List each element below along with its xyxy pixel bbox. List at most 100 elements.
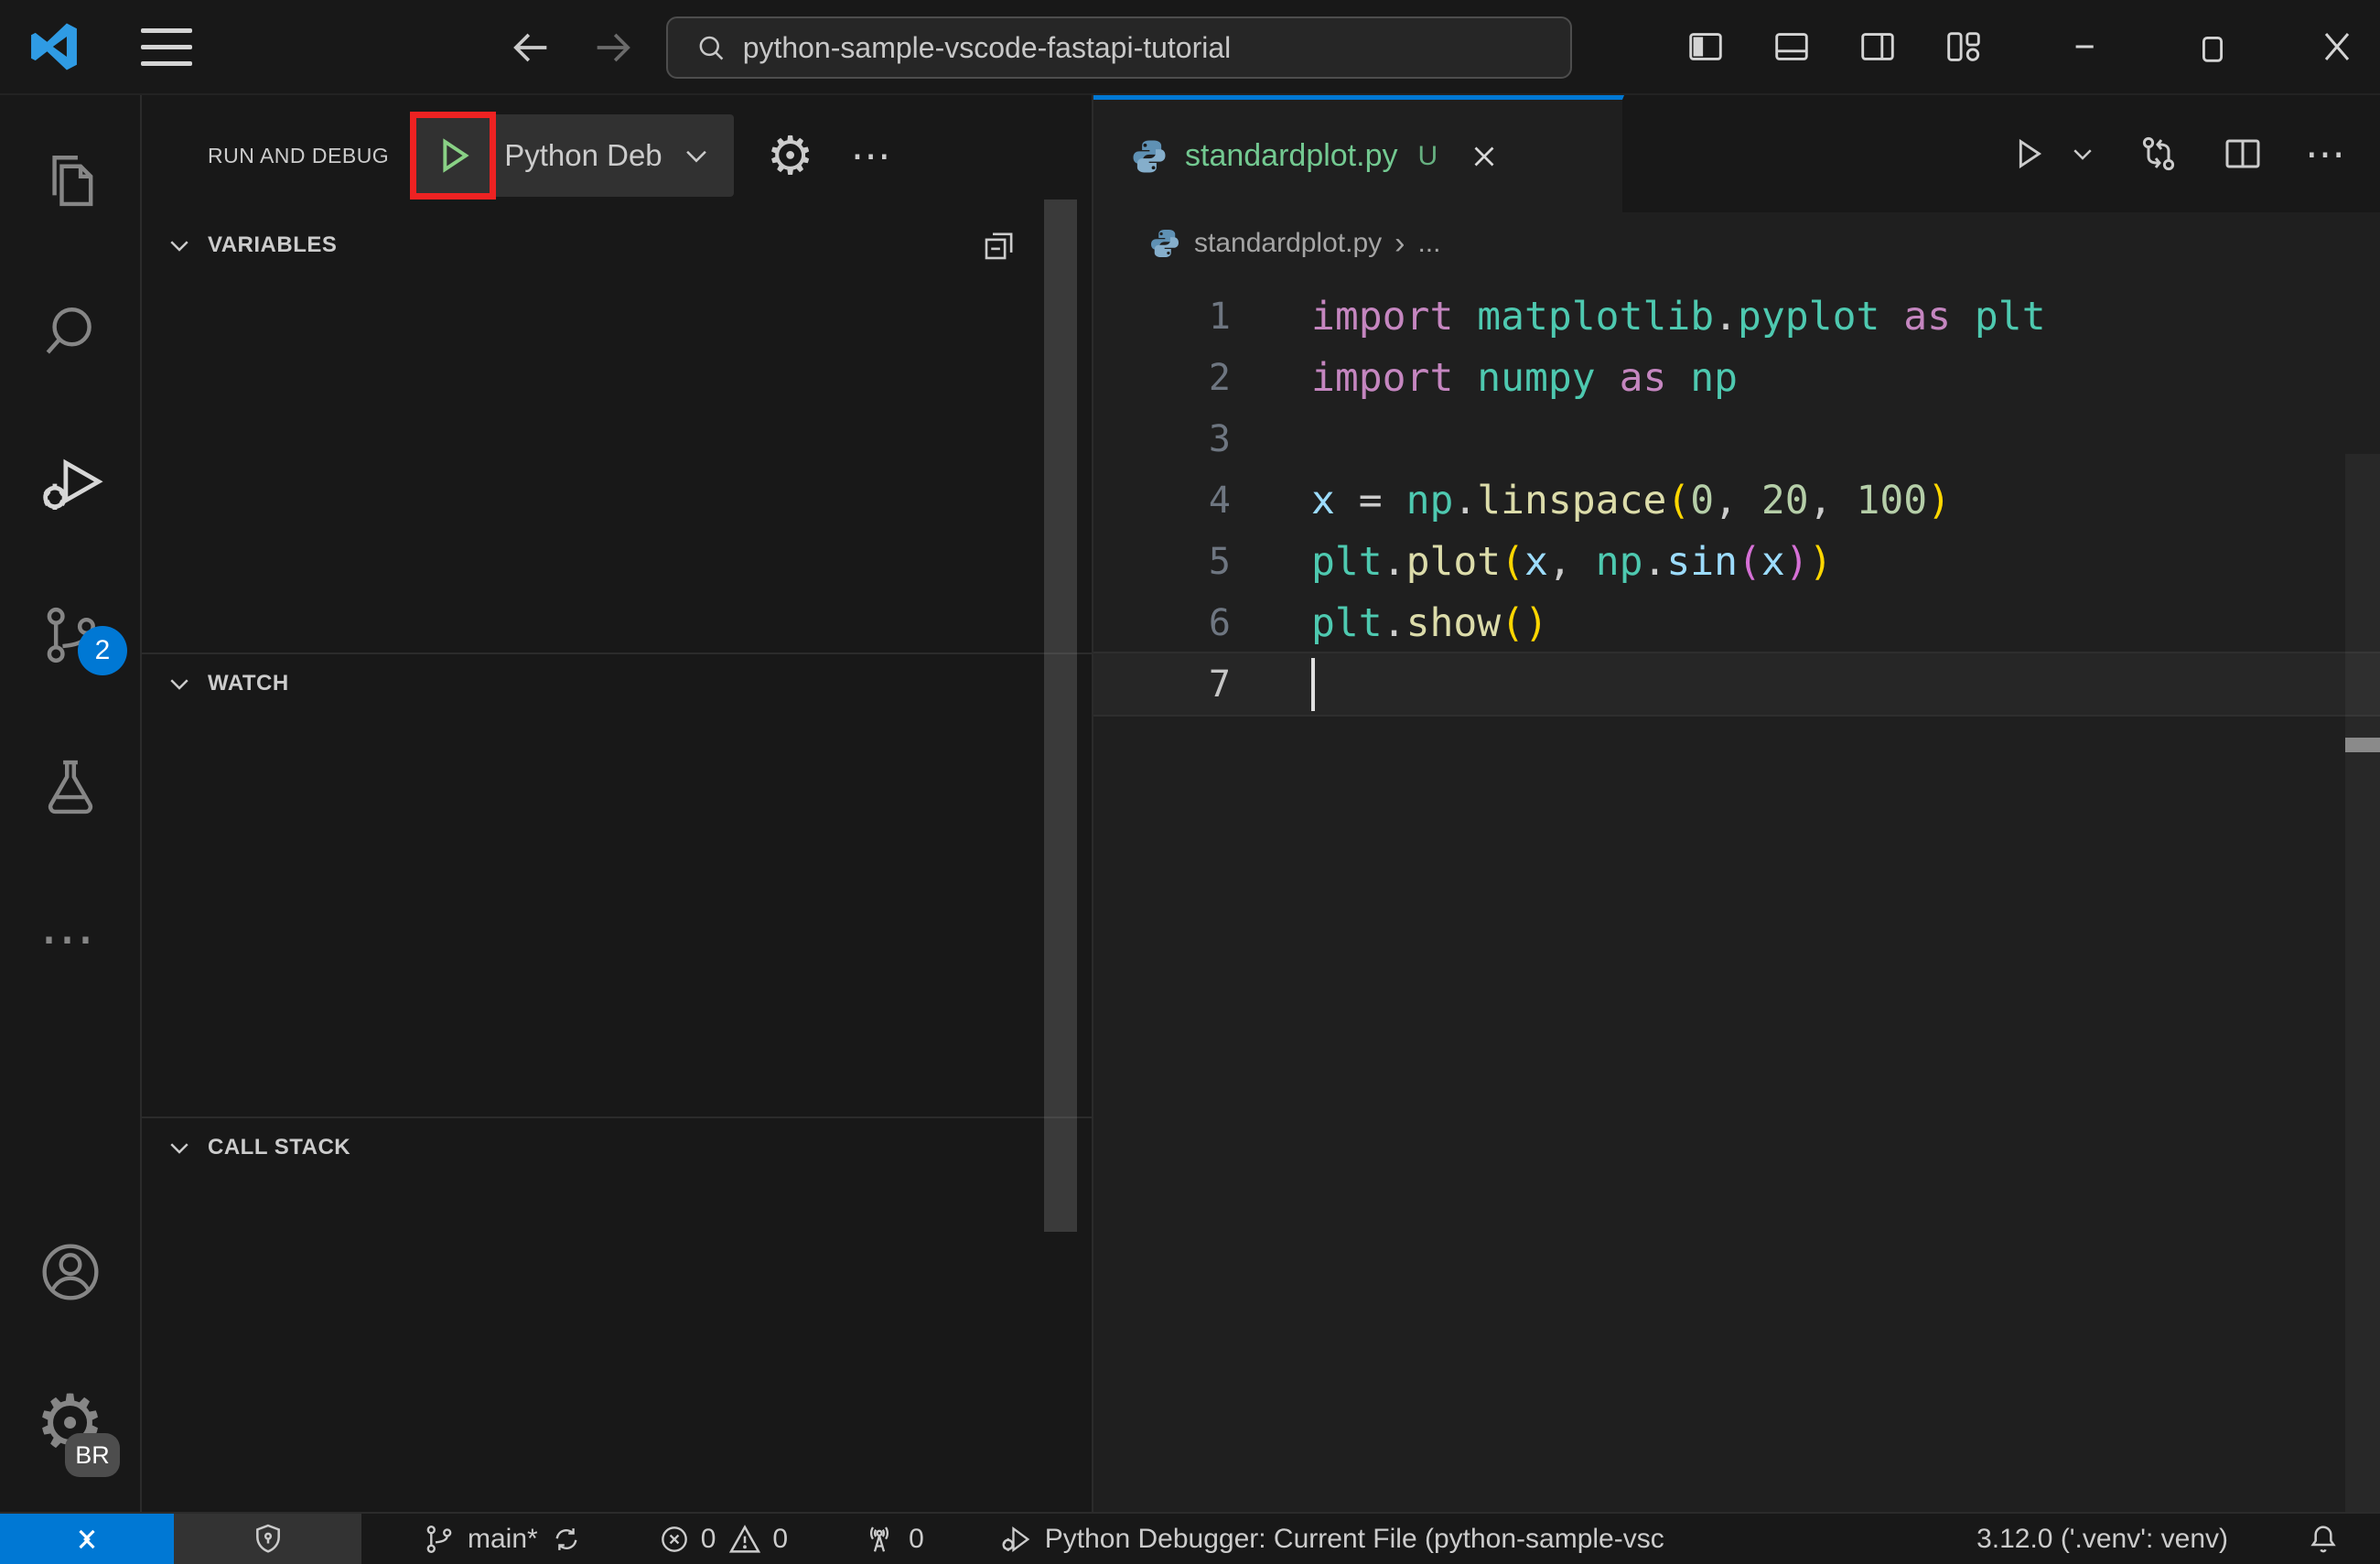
close-icon[interactable] [2294, 0, 2380, 94]
git-branch-item[interactable]: main* [409, 1514, 597, 1564]
code-lines: 1 import matplotlib. pyplot as plt 2 import … [1093, 286, 2380, 715]
line-number: 5 [1208, 540, 1231, 583]
start-debugging-button[interactable] [410, 112, 497, 200]
debug-status-icon [1002, 1526, 1030, 1552]
problems-item[interactable]: 0 0 [644, 1514, 801, 1564]
warning-count: 0 [772, 1523, 789, 1554]
testing-icon[interactable] [0, 741, 140, 833]
vscode-window: 2 ⋯ ⚙ BR [0, 0, 2380, 1564]
tab-bar: standardplot.py U ⋯ [1093, 95, 2380, 212]
vscode-logo-icon [31, 23, 77, 70]
line-number: 6 [1208, 601, 1231, 644]
toggle-primary-sidebar-icon[interactable] [1663, 0, 1749, 94]
sidebar-scrollbar[interactable] [1044, 200, 1077, 1232]
radio-tower-icon [870, 1526, 889, 1552]
code-text: x = np. linspace(0, 20, 100) [1311, 477, 1952, 523]
python-interpreter-item[interactable]: 3.12.0 ('.venv': venv) [1964, 1524, 2241, 1555]
ports-count: 0 [909, 1523, 924, 1554]
line-number: 7 [1208, 663, 1231, 706]
run-debug-icon[interactable] [0, 437, 140, 529]
code-line[interactable]: 6 plt. show() [1093, 592, 2380, 653]
open-changes-icon[interactable] [2137, 132, 2181, 176]
code-line[interactable]: 2 import numpy as np [1093, 347, 2380, 408]
breadcrumb: standardplot.py › ... [1093, 212, 2380, 275]
search-icon [699, 36, 724, 60]
more-views-icon[interactable]: ⋯ [0, 893, 140, 985]
menu-icon[interactable] [141, 27, 192, 66]
line-number: 1 [1208, 295, 1231, 338]
remote-indicator[interactable] [0, 1514, 174, 1564]
code-line[interactable]: 3 [1093, 408, 2380, 469]
line-number: 3 [1208, 417, 1231, 460]
split-editor-icon[interactable] [2221, 132, 2265, 176]
activity-bar: 2 ⋯ ⚙ BR [0, 95, 142, 1512]
profile-badge: BR [65, 1433, 120, 1477]
code-line[interactable]: 1 import matplotlib. pyplot as plt [1093, 286, 2380, 347]
code-text: plt. show() [1311, 599, 1548, 646]
close-tab-icon[interactable] [1467, 139, 1502, 174]
error-count: 0 [700, 1523, 716, 1554]
line-number: 4 [1208, 479, 1231, 522]
remote-icon [79, 1529, 95, 1548]
debug-status-item[interactable]: Python Debugger: Current File (python-sa… [985, 1514, 1677, 1564]
error-icon [661, 1526, 687, 1552]
breadcrumb-file[interactable]: standardplot.py [1194, 228, 1382, 259]
editor-scrollbar[interactable] [2345, 454, 2380, 1512]
collapse-all-icon[interactable] [980, 226, 1018, 264]
workspace-trust-button[interactable] [174, 1514, 361, 1564]
editor-more-actions-icon[interactable]: ⋯ [2305, 131, 2349, 178]
search-activity-icon[interactable] [0, 286, 140, 377]
forward-arrow-icon[interactable] [584, 18, 642, 77]
source-control-badge: 2 [78, 626, 127, 675]
source-control-icon[interactable]: 2 [0, 589, 140, 681]
variables-section-header[interactable]: VARIABLES [142, 216, 1092, 275]
python-icon [1133, 140, 1166, 172]
debug-config-label: Python Deb [504, 138, 662, 172]
tab-standardplot[interactable]: standardplot.py U [1093, 95, 1624, 212]
run-dropdown-chevron-icon[interactable] [2069, 140, 2096, 167]
account-icon[interactable] [0, 1226, 140, 1318]
toggle-secondary-sidebar-icon[interactable] [1835, 0, 1921, 94]
code-line[interactable]: 4 x = np. linspace(0, 20, 100) [1093, 469, 2380, 531]
status-bar: main* 0 0 0 Python Debugger: Current Fil… [0, 1512, 2380, 1564]
code-line[interactable]: 5 plt. plot(x, np. sin(x)) [1093, 531, 2380, 592]
tab-file-name: standardplot.py [1185, 138, 1398, 173]
code-text: plt. plot(x, np. sin(x)) [1311, 538, 1833, 585]
maximize-icon[interactable] [2170, 0, 2256, 94]
chevron-down-icon [170, 241, 188, 252]
breadcrumb-symbol[interactable]: ... [1417, 228, 1440, 259]
debug-settings-gear-icon[interactable]: ⚙ [767, 129, 814, 182]
overview-ruler-mark [2345, 738, 2380, 752]
debug-config-dropdown[interactable]: Python Deb [493, 114, 733, 197]
run-file-icon[interactable] [2007, 133, 2049, 175]
sync-icon [555, 1527, 577, 1550]
watch-section-header[interactable]: WATCH [142, 654, 1092, 713]
ports-item[interactable]: 0 [848, 1514, 937, 1564]
debug-more-actions-icon[interactable]: ⋯ [851, 133, 895, 179]
title-bar [0, 0, 2380, 95]
search-input[interactable] [742, 30, 1545, 65]
notifications-bell-icon[interactable] [2292, 1521, 2354, 1558]
command-center-search[interactable] [666, 16, 1572, 79]
warning-icon [729, 1524, 761, 1553]
customize-layout-icon[interactable] [1921, 0, 2007, 94]
back-arrow-icon[interactable] [501, 18, 560, 77]
code-text: import matplotlib. pyplot as plt [1311, 293, 2046, 340]
call-stack-section-header[interactable]: CALL STACK [142, 1118, 1092, 1177]
minimize-icon[interactable] [2045, 0, 2131, 94]
interpreter-text: 3.12.0 ('.venv': venv) [1976, 1523, 2228, 1554]
toggle-panel-icon[interactable] [1749, 0, 1835, 94]
editor-group: standardplot.py U ⋯ standardplot.py › ..… [1093, 95, 2380, 1512]
explorer-icon[interactable] [0, 134, 140, 225]
shield-icon [255, 1524, 280, 1553]
code-editor[interactable]: 1 import matplotlib. pyplot as plt 2 import … [1093, 275, 2380, 1512]
chevron-down-icon [170, 679, 188, 690]
play-icon [443, 138, 469, 173]
sidebar-title: RUN AND DEBUG [208, 143, 390, 167]
code-line[interactable]: 7 [1093, 653, 2380, 715]
code-text [1231, 657, 1315, 711]
run-debug-sidebar: RUN AND DEBUG Python Deb ⚙ ⋯ VARIABLES W… [142, 95, 1093, 1512]
debug-status-text: Python Debugger: Current File (python-sa… [1044, 1523, 1664, 1554]
text-cursor [1311, 657, 1315, 711]
settings-gear-icon[interactable]: ⚙ BR [0, 1378, 140, 1477]
